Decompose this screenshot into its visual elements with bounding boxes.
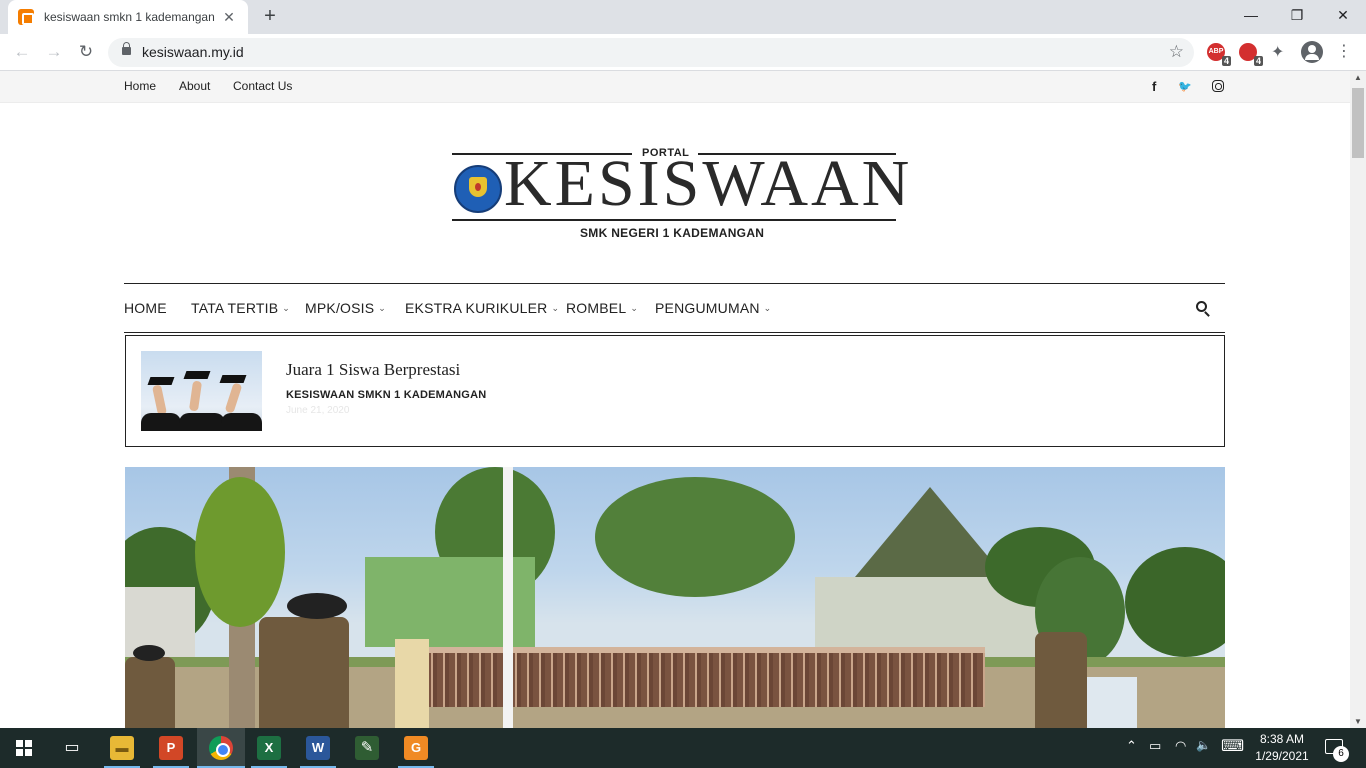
logo-subtitle: SMK NEGERI 1 KADEMANGAN	[580, 226, 765, 240]
battery-icon[interactable]: ▭	[1149, 738, 1161, 754]
restore-button[interactable]: ❐	[1274, 0, 1320, 30]
reload-button[interactable]: ↻	[74, 40, 98, 64]
search-icon[interactable]	[1196, 301, 1207, 312]
nav-mpk-osis-label: MPK/OSIS	[305, 300, 375, 316]
bookmark-star-icon[interactable]: ☆	[1169, 42, 1184, 62]
nav-tata-tertib-label: TATA TERTIB	[191, 300, 279, 316]
school-emblem-icon	[454, 165, 502, 213]
task-view-icon[interactable]: ▭	[60, 736, 84, 760]
wifi-icon[interactable]: ◠	[1175, 738, 1186, 754]
nav-pengumuman[interactable]: PENGUMUMAN ⌄	[655, 300, 771, 316]
chevron-down-icon: ⌄	[551, 303, 560, 313]
address-bar[interactable]: kesiswaan.my.id ☆	[108, 38, 1194, 67]
excel-icon[interactable]: X	[257, 736, 281, 760]
nav-tata-tertib[interactable]: TATA TERTIB ⌄	[191, 300, 290, 316]
post-title[interactable]: Juara 1 Siswa Berprestasi	[286, 360, 460, 380]
windows-taskbar: ▭ ▬ P X W ✎ G ⌃ ▭ ◠ 🔈 ⌨ 8:38 AM 1/29/202…	[0, 728, 1366, 768]
top-link-about[interactable]: About	[179, 79, 210, 93]
browser-menu-icon[interactable]: ⋮	[1336, 41, 1352, 63]
nav-pengumuman-label: PENGUMUMAN	[655, 300, 760, 316]
close-window-button[interactable]: ✕	[1320, 0, 1366, 30]
file-explorer-icon[interactable]: ▬	[110, 736, 134, 760]
back-button[interactable]: ←	[10, 40, 34, 64]
site-logo[interactable]: PORTAL KESISWAAN SMK NEGERI 1 KADEMANGAN	[452, 147, 909, 241]
nav-ekstra-kurikuler-label: EKSTRA KURIKULER	[405, 300, 548, 316]
adblock-badge: 4	[1221, 56, 1231, 66]
top-link-home[interactable]: Home	[124, 79, 156, 93]
chevron-down-icon: ⌄	[282, 303, 291, 313]
nav-home-label: HOME	[124, 300, 167, 316]
logo-rule-bottom	[452, 219, 896, 221]
page-viewport: Home About Contact Us f 🐦 PORTAL KESISWA…	[0, 71, 1350, 728]
browser-tab[interactable]: kesiswaan smkn 1 kademangan ✕	[8, 0, 248, 34]
nav-home[interactable]: HOME	[124, 300, 167, 316]
chevron-down-icon: ⌄	[378, 303, 387, 313]
minimize-button[interactable]: —	[1228, 0, 1274, 30]
url-text[interactable]: kesiswaan.my.id	[142, 44, 244, 60]
clock-time: 8:38 AM	[1259, 732, 1305, 746]
profile-avatar-icon[interactable]	[1301, 41, 1323, 63]
windows-start-icon[interactable]	[16, 740, 32, 756]
notification-count-badge: 6	[1333, 746, 1349, 762]
tab-title: kesiswaan smkn 1 kademangan	[44, 10, 215, 24]
browser-tab-strip: kesiswaan smkn 1 kademangan ✕ + — ❐ ✕	[0, 0, 1366, 34]
facebook-icon[interactable]: f	[1152, 79, 1156, 94]
word-icon[interactable]: W	[306, 736, 330, 760]
chevron-down-icon: ⌄	[630, 303, 639, 313]
flag-pole	[503, 467, 513, 728]
lock-icon[interactable]	[122, 42, 131, 55]
new-tab-button[interactable]: +	[258, 5, 282, 29]
clock-date: 1/29/2021	[1255, 749, 1309, 763]
extensions-puzzle-icon[interactable]: ✦	[1271, 42, 1284, 62]
orange-app-icon[interactable]: G	[404, 736, 428, 760]
top-link-contact[interactable]: Contact Us	[233, 79, 292, 93]
post-date: June 21, 2020	[286, 405, 350, 416]
main-nav: HOME TATA TERTIB ⌄ MPK/OSIS ⌄ EKSTRA KURIK…	[124, 283, 1225, 333]
scroll-thumb[interactable]	[1352, 88, 1364, 158]
ublock-extension-icon[interactable]: 4	[1239, 43, 1263, 66]
top-bar: Home About Contact Us f 🐦	[0, 71, 1350, 103]
adblock-extension-icon[interactable]: ABP 4	[1207, 43, 1231, 66]
nav-rombel-label: ROMBEL	[566, 300, 627, 316]
nav-mpk-osis[interactable]: MPK/OSIS ⌄	[305, 300, 386, 316]
powerpoint-icon[interactable]: P	[159, 736, 183, 760]
system-clock[interactable]: 8:38 AM 1/29/2021	[1252, 731, 1312, 765]
chevron-down-icon: ⌄	[763, 303, 772, 313]
nav-ekstra-kurikuler[interactable]: EKSTRA KURIKULER ⌄	[405, 300, 559, 316]
featured-post[interactable]: Juara 1 Siswa Berprestasi KESISWAAN SMKN…	[125, 335, 1225, 447]
volume-icon[interactable]: 🔈	[1196, 738, 1211, 752]
tray-chevron-icon[interactable]: ⌃	[1126, 738, 1137, 754]
browser-toolbar: ← → ↻ kesiswaan.my.id ☆ ABP 4 4 ✦ ⋮	[0, 34, 1366, 71]
hero-photo[interactable]	[125, 467, 1225, 728]
logo-wordmark: KESISWAAN	[504, 147, 913, 220]
paint-tool-icon[interactable]: ✎	[355, 736, 379, 760]
nav-rombel[interactable]: ROMBEL ⌄	[566, 300, 638, 316]
graduation-caps-thumbnail[interactable]	[141, 351, 262, 431]
scroll-up-arrow-icon[interactable]: ▲	[1350, 73, 1366, 82]
forward-button[interactable]: →	[42, 40, 66, 64]
ublock-badge: 4	[1253, 56, 1263, 66]
chrome-icon[interactable]	[209, 736, 233, 760]
scroll-down-arrow-icon[interactable]: ▼	[1350, 717, 1366, 726]
adblock-label: ABP	[1208, 48, 1224, 55]
blogger-favicon-icon	[18, 9, 34, 25]
page-scrollbar[interactable]: ▲ ▼	[1350, 71, 1366, 728]
post-author: KESISWAAN SMKN 1 KADEMANGAN	[286, 389, 487, 401]
tab-close-icon[interactable]: ✕	[220, 9, 238, 26]
twitter-icon[interactable]: 🐦	[1178, 80, 1192, 93]
instagram-icon[interactable]	[1212, 80, 1224, 92]
keyboard-icon[interactable]: ⌨	[1221, 736, 1244, 756]
